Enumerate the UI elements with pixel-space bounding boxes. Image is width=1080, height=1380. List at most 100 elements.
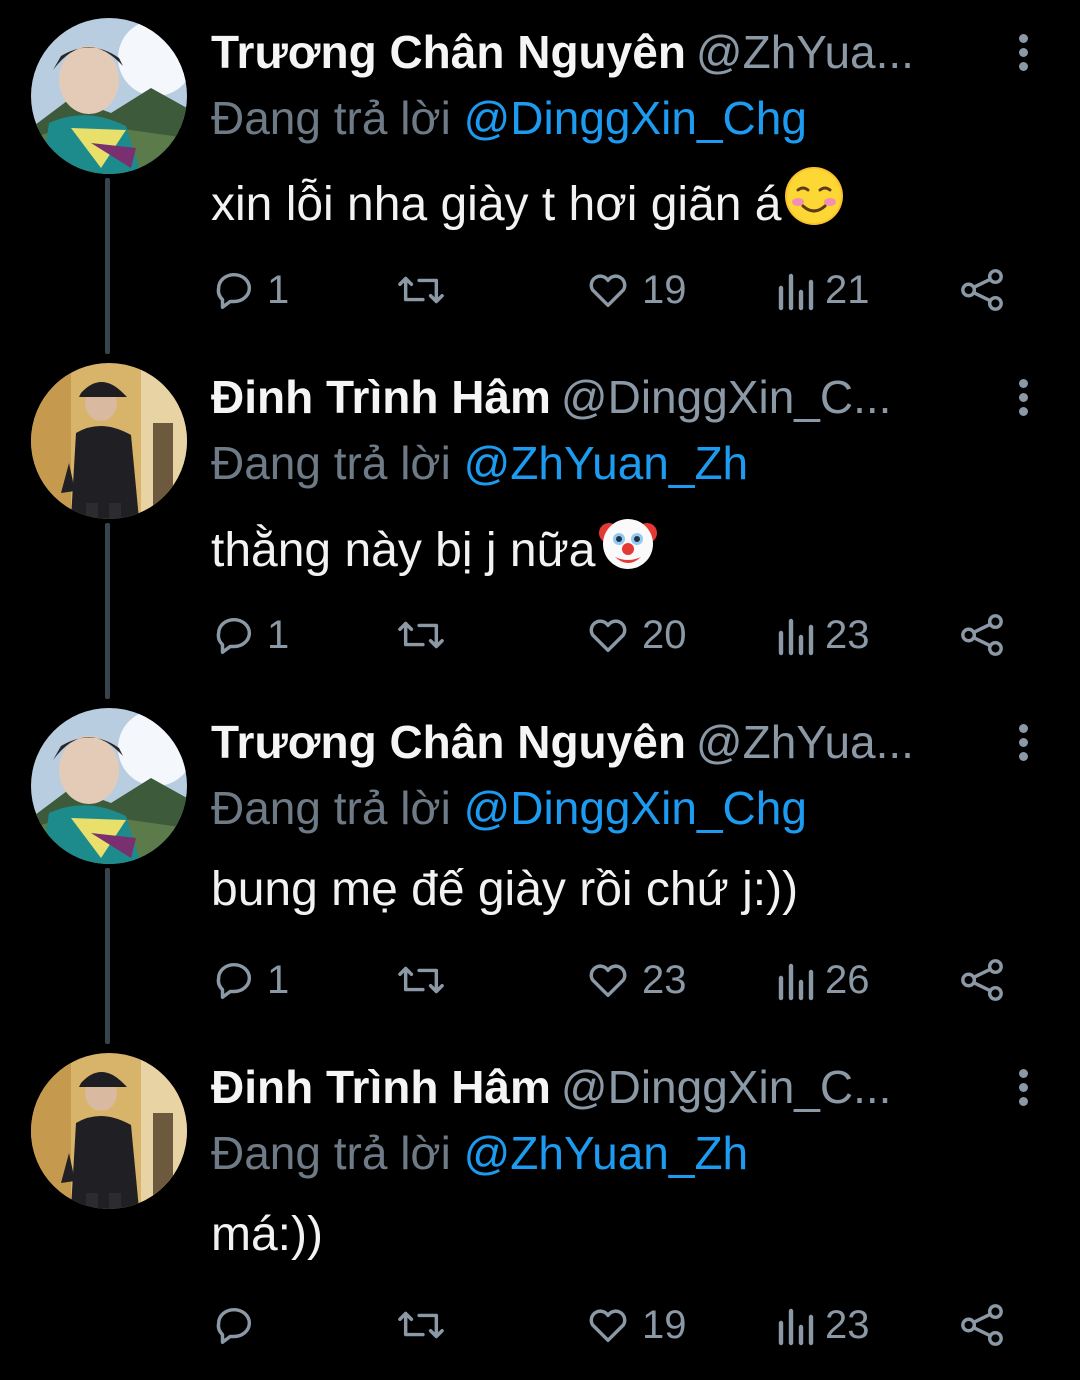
tweet-actions: 1 19 21 (211, 265, 1011, 315)
heart-icon (589, 274, 627, 308)
retweet-icon (398, 1311, 444, 1339)
like-count: 19 (642, 1302, 687, 1347)
tweet-text: xin lỗi nha giày t hơi giãn á (211, 167, 844, 245)
tweet-header: Đinh Trình Hâm @DinggXin_C... (211, 367, 1000, 427)
share-icon (961, 269, 1003, 311)
views-button[interactable]: 21 (775, 265, 870, 315)
mention-link[interactable]: @DinggXin_Chg (464, 92, 807, 144)
retweet-icon (398, 276, 444, 304)
replying-prefix: Đang trả lời (211, 1127, 451, 1179)
display-name[interactable]: Đinh Trình Hâm (211, 1061, 551, 1113)
clown-face-icon (597, 511, 659, 588)
retweet-button[interactable] (396, 265, 456, 315)
avatar[interactable] (31, 1053, 187, 1209)
tweet-text-content: thằng này bị j nữa (211, 524, 596, 578)
view-count: 26 (825, 957, 870, 1002)
tweet-text-content: xin lỗi nha giày t hơi giãn á (211, 178, 782, 232)
tweet-text-content: má:)) (211, 1208, 323, 1261)
tweet-text: thằng này bị j nữa (211, 515, 659, 592)
like-button[interactable]: 19 (584, 1300, 687, 1350)
user-handle[interactable]: @ZhYua... (696, 716, 914, 768)
retweet-button[interactable] (396, 1300, 456, 1350)
replying-prefix: Đang trả lời (211, 437, 451, 489)
like-button[interactable]: 19 (584, 265, 687, 315)
heart-icon (589, 619, 627, 653)
reply-icon (216, 1307, 252, 1344)
share-icon (961, 959, 1003, 1001)
tweet[interactable]: Trương Chân Nguyên @ZhYua... Đang trả lời… (0, 0, 1080, 345)
reply-icon (216, 617, 252, 654)
views-button[interactable]: 23 (775, 610, 870, 660)
reply-button[interactable]: 1 (211, 610, 289, 660)
view-count: 21 (825, 267, 870, 312)
like-button[interactable]: 20 (584, 610, 687, 660)
more-options-icon[interactable] (1016, 724, 1030, 764)
views-button[interactable]: 26 (775, 955, 870, 1005)
reply-button[interactable]: 1 (211, 955, 289, 1005)
user-handle[interactable]: @DinggXin_C... (561, 371, 892, 423)
like-button[interactable]: 23 (584, 955, 687, 1005)
tweet-header: Đinh Trình Hâm @DinggXin_C... (211, 1057, 1000, 1117)
more-options-icon[interactable] (1016, 379, 1030, 419)
share-icon (961, 1304, 1003, 1346)
like-count: 20 (642, 612, 687, 657)
tweet-text: má:)) (211, 1205, 323, 1265)
mention-link[interactable]: @ZhYuan_Zh (464, 437, 749, 489)
share-button[interactable] (959, 610, 1005, 660)
share-button[interactable] (959, 265, 1005, 315)
tweet-text-content: bung mẹ đế giày rồi chứ j:)) (211, 863, 799, 916)
reply-count: 1 (267, 612, 290, 657)
user-handle[interactable]: @ZhYua... (696, 26, 914, 78)
user-handle[interactable]: @DinggXin_C... (561, 1061, 892, 1113)
views-icon (778, 273, 814, 311)
display-name[interactable]: Đinh Trình Hâm (211, 371, 551, 423)
avatar[interactable] (31, 18, 187, 174)
retweet-button[interactable] (396, 610, 456, 660)
replying-to: Đang trả lời @ZhYuan_Zh (211, 1125, 748, 1181)
tweet[interactable]: Đinh Trình Hâm @DinggXin_C... Đang trả lờ… (0, 345, 1080, 690)
tweet[interactable]: Trương Chân Nguyên @ZhYua... Đang trả lời… (0, 690, 1080, 1035)
replying-prefix: Đang trả lời (211, 782, 451, 834)
tweet[interactable]: Đinh Trình Hâm @DinggXin_C... Đang trả lờ… (0, 1035, 1080, 1380)
tweet-header: Trương Chân Nguyên @ZhYua... (211, 712, 1000, 772)
tweet-actions: 1 20 23 (211, 610, 1011, 660)
display-name[interactable]: Trương Chân Nguyên (211, 26, 686, 78)
tweet-actions: 1 23 26 (211, 955, 1011, 1005)
views-icon (778, 963, 814, 1001)
more-options-icon[interactable] (1016, 34, 1030, 74)
like-count: 23 (642, 957, 687, 1002)
reply-button[interactable] (211, 1300, 267, 1350)
tweet-text: bung mẹ đế giày rồi chứ j:)) (211, 860, 798, 920)
reply-button[interactable]: 1 (211, 265, 289, 315)
retweet-icon (398, 966, 444, 994)
views-icon (778, 618, 814, 656)
share-icon (961, 614, 1003, 656)
reply-count: 1 (267, 267, 290, 312)
mention-link[interactable]: @DinggXin_Chg (464, 782, 807, 834)
view-count: 23 (825, 612, 870, 657)
avatar[interactable] (31, 708, 187, 864)
display-name[interactable]: Trương Chân Nguyên (211, 716, 686, 768)
mention-link[interactable]: @ZhYuan_Zh (464, 1127, 749, 1179)
share-button[interactable] (959, 955, 1005, 1005)
reply-icon (216, 962, 252, 999)
like-count: 19 (642, 267, 687, 312)
view-count: 23 (825, 1302, 870, 1347)
replying-prefix: Đang trả lời (211, 92, 451, 144)
tweet-header: Trương Chân Nguyên @ZhYua... (211, 22, 1000, 82)
views-button[interactable]: 23 (775, 1300, 870, 1350)
more-options-icon[interactable] (1016, 1069, 1030, 1109)
tweet-actions: 19 23 (211, 1300, 1011, 1350)
views-icon (778, 1308, 814, 1346)
share-button[interactable] (959, 1300, 1005, 1350)
reply-count: 1 (267, 957, 290, 1002)
heart-icon (589, 964, 627, 998)
retweet-icon (398, 621, 444, 649)
replying-to: Đang trả lời @DinggXin_Chg (211, 90, 807, 146)
avatar[interactable] (31, 363, 187, 519)
retweet-button[interactable] (396, 955, 456, 1005)
heart-icon (589, 1309, 627, 1343)
smiling-face-icon (784, 166, 844, 241)
replying-to: Đang trả lời @ZhYuan_Zh (211, 435, 748, 491)
reply-icon (216, 272, 252, 309)
